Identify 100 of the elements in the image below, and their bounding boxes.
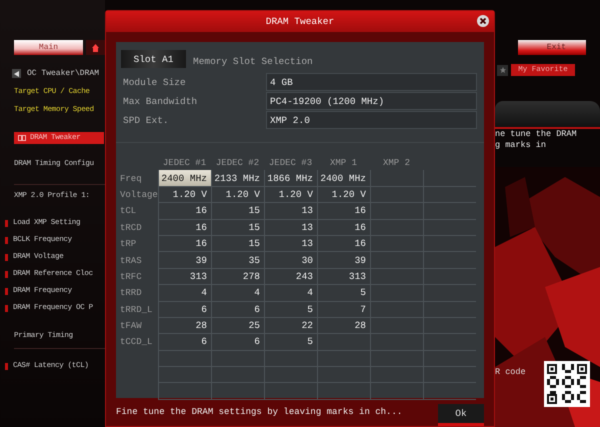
table-cell[interactable]: 6 [211, 302, 264, 318]
row-label: tCCD_L [119, 336, 154, 350]
back-button[interactable] [12, 69, 21, 78]
table-cell[interactable]: 15 [211, 236, 264, 252]
table-cell [211, 383, 264, 400]
table-cell[interactable]: 39 [158, 252, 211, 269]
table-cell [370, 383, 423, 400]
value-field: PC4-19200 (1200 MHz) [266, 92, 477, 110]
table-cell [423, 268, 476, 286]
table-cell [370, 302, 423, 318]
table-cell[interactable]: 2400 MHz [158, 170, 211, 187]
table-cell [264, 383, 317, 400]
table-cell[interactable]: 13 [264, 236, 317, 252]
table-cell [264, 367, 317, 384]
table-cell[interactable]: 1.20 V [317, 186, 370, 204]
memory-icon [18, 135, 26, 141]
table-cell[interactable]: 28 [317, 318, 370, 334]
table-cell[interactable]: 5 [264, 302, 317, 318]
row-label: tRRD [119, 287, 143, 300]
table-cell[interactable]: 16 [158, 220, 211, 236]
table-cell[interactable]: 243 [264, 268, 317, 286]
table-cell[interactable]: 16 [317, 236, 370, 252]
row-label: tRP [119, 238, 138, 252]
table-cell [370, 350, 423, 368]
table-cell [423, 383, 476, 400]
table-cell[interactable]: 16 [158, 203, 211, 220]
table-cell [317, 367, 370, 384]
star-button[interactable] [497, 64, 508, 76]
table-cell[interactable]: 16 [317, 203, 370, 220]
table-cell[interactable]: 1866 MHz [264, 170, 317, 187]
table-cell[interactable]: 1.20 V [211, 186, 264, 204]
column-header: XMP 2 [382, 157, 411, 170]
table-cell [370, 252, 423, 269]
column-header: XMP 1 [328, 157, 358, 170]
row-label: tRRD_L [119, 304, 154, 317]
table-cell [370, 334, 423, 351]
bullet-icon [5, 220, 8, 226]
table-cell [423, 236, 476, 252]
table-cell [264, 350, 317, 368]
table-cell[interactable]: 278 [211, 268, 264, 286]
table-cell[interactable]: 1.20 V [264, 186, 317, 204]
row-label: tRFC [119, 270, 143, 284]
table-cell[interactable]: 30 [264, 252, 317, 269]
bullet-icon [5, 288, 8, 294]
slot-button[interactable]: Slot A1 [121, 50, 186, 68]
field-label: SPD Ext. [122, 114, 170, 126]
table-cell[interactable]: 313 [158, 268, 211, 286]
table-cell [158, 383, 211, 400]
table-cell [370, 203, 423, 220]
column-header: JEDEC #2 [214, 157, 260, 170]
table-cell [423, 302, 476, 318]
table-cell[interactable]: 39 [317, 252, 370, 269]
table-cell[interactable]: 1.20 V [158, 186, 211, 204]
close-icon [477, 15, 489, 27]
table-cell[interactable]: 6 [158, 302, 211, 318]
table-cell [423, 186, 476, 204]
table-cell[interactable]: 4 [264, 285, 317, 302]
table-cell [370, 220, 423, 236]
breadcrumb-path: OC Tweaker\DRAM [27, 69, 100, 78]
table-cell[interactable]: 15 [211, 203, 264, 220]
row-label: tRAS [119, 254, 143, 268]
table-cell[interactable]: 4 [211, 285, 264, 302]
table-cell [423, 318, 476, 334]
table-cell[interactable]: 22 [264, 318, 317, 334]
table-cell[interactable]: 2133 MHz [211, 170, 264, 187]
table-cell [423, 203, 476, 220]
ok-button[interactable]: Ok [438, 404, 484, 426]
table-cell [211, 367, 264, 384]
table-cell[interactable]: 13 [264, 203, 317, 220]
table-cell[interactable]: 7 [317, 302, 370, 318]
table-cell[interactable]: 13 [264, 220, 317, 236]
table-cell[interactable]: 5 [264, 334, 317, 351]
tab[interactable] [86, 40, 105, 55]
description-text: g marks in [495, 140, 548, 151]
table-cell[interactable]: 4 [158, 285, 211, 302]
table-cell [370, 186, 423, 204]
table-cell [370, 318, 423, 334]
table-cell[interactable]: 28 [158, 318, 211, 334]
help-text: Fine tune the DRAM settings by leaving marks in ch... [116, 407, 402, 417]
bullet-icon [5, 270, 8, 278]
table-cell [317, 383, 370, 400]
main-tab[interactable]: Main [14, 40, 83, 55]
slot-label: Memory Slot Selection [193, 56, 313, 66]
qr-code-label: R code [495, 367, 526, 377]
bullet-icon [5, 254, 8, 260]
table-cell[interactable]: 15 [211, 220, 264, 236]
table-cell[interactable]: 6 [211, 334, 264, 351]
field-label: Module Size [122, 76, 187, 88]
table-cell[interactable]: 25 [211, 318, 264, 334]
table-cell[interactable]: 16 [158, 236, 211, 252]
table-cell [423, 285, 476, 302]
table-cell[interactable]: 16 [317, 220, 370, 236]
close-button[interactable] [477, 15, 489, 27]
table-cell[interactable]: 2400 MHz [317, 170, 370, 187]
table-cell[interactable]: 35 [211, 252, 264, 269]
table-cell[interactable]: 313 [317, 268, 370, 286]
table-cell[interactable]: 6 [158, 334, 211, 351]
row-label: tRCD [119, 222, 143, 235]
row-label: tFAW [119, 320, 143, 334]
table-cell[interactable]: 5 [317, 285, 370, 302]
